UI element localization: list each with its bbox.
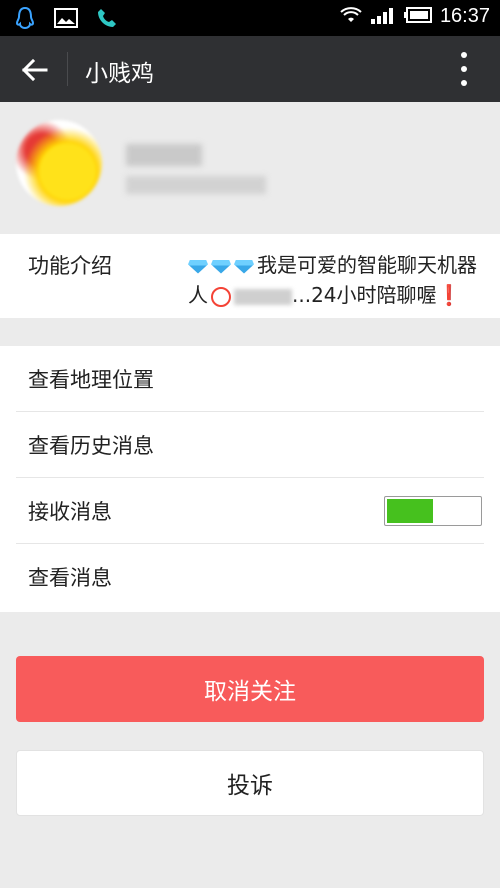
- toggle-on-indicator: [387, 499, 433, 523]
- intro-text-part2: ...24小时陪聊喔: [292, 283, 437, 307]
- action-bar: 小贱鸡: [0, 36, 500, 102]
- battery-icon: [403, 6, 432, 27]
- page-title: 小贱鸡: [85, 61, 154, 87]
- more-dot-icon: [461, 52, 467, 58]
- more-menu-button[interactable]: [452, 52, 476, 86]
- profile-header: [0, 102, 500, 234]
- receive-messages-toggle[interactable]: [384, 496, 482, 526]
- image-icon: [54, 8, 78, 32]
- account-id-redacted: [126, 176, 266, 194]
- report-button[interactable]: 投诉: [16, 750, 484, 816]
- more-dot-icon: [461, 66, 467, 72]
- option-label: 查看历史消息: [28, 434, 154, 458]
- status-bar: 16:37: [0, 0, 500, 36]
- avatar[interactable]: [16, 120, 102, 206]
- phone-icon: [96, 7, 118, 33]
- chick-icon: [211, 286, 231, 307]
- diamond-icon: [211, 259, 231, 274]
- intro-redacted: [234, 288, 292, 305]
- option-receive-messages: 接收消息: [0, 478, 500, 544]
- more-dot-icon: [461, 80, 467, 86]
- back-button[interactable]: [12, 48, 56, 92]
- signal-icon: [370, 6, 396, 28]
- diamond-icon: [188, 259, 208, 274]
- diamond-icon: [234, 259, 254, 274]
- option-label: 接收消息: [28, 500, 112, 524]
- nickname-redacted: [126, 144, 202, 166]
- unfollow-button[interactable]: 取消关注: [16, 656, 484, 722]
- option-view-history[interactable]: 查看历史消息: [0, 412, 500, 478]
- qq-icon: [14, 6, 36, 34]
- intro-section: 功能介绍 我是可爱的智能聊天机器人 ...24小时陪聊喔❗: [0, 234, 500, 318]
- option-label: 查看地理位置: [28, 368, 154, 392]
- back-arrow-icon: [21, 58, 48, 82]
- exclamation-icon: ❗: [436, 283, 462, 307]
- option-view-messages[interactable]: 查看消息: [0, 544, 500, 610]
- intro-label: 功能介绍: [28, 254, 112, 278]
- actionbar-divider: [67, 52, 68, 86]
- option-view-location[interactable]: 查看地理位置: [0, 346, 500, 412]
- options-list: 查看地理位置 查看历史消息 接收消息 查看消息: [0, 346, 500, 612]
- wifi-icon: [340, 6, 362, 28]
- option-label: 查看消息: [28, 566, 112, 590]
- intro-text: 我是可爱的智能聊天机器人 ...24小时陪聊喔❗: [188, 250, 488, 310]
- status-time: 16:37: [439, 5, 490, 27]
